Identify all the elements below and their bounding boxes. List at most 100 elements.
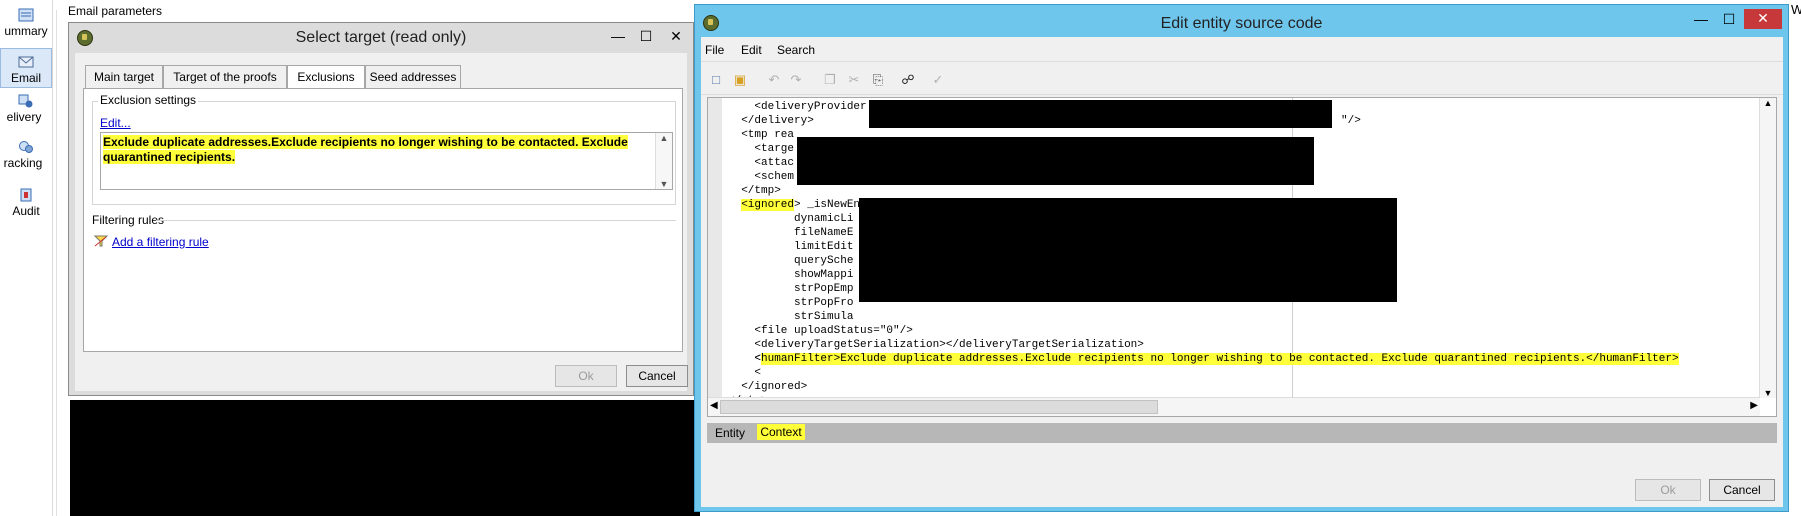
exclusion-text-box: Exclude duplicate addresses.Exclude reci… [100, 132, 673, 190]
code-line: dynamicLi [728, 213, 854, 225]
code-line: <deliveryTargetSerialization></deliveryT… [728, 339, 1144, 351]
copy-icon[interactable]: ❐ [821, 71, 839, 89]
tab-exclusions[interactable]: Exclusions [287, 65, 365, 89]
scrollbar[interactable]: ▲ ▼ [655, 133, 672, 189]
editor-gutter [708, 98, 722, 398]
cancel-button[interactable]: Cancel [1709, 479, 1775, 501]
filter-icon [94, 235, 108, 247]
scroll-down-icon[interactable]: ▼ [1760, 388, 1776, 398]
new-document-icon[interactable]: □ [707, 71, 725, 89]
minimize-button[interactable]: — [1688, 10, 1714, 30]
bottom-tab-bar [707, 423, 1777, 443]
code-line: <schem [728, 171, 795, 183]
scroll-up-icon[interactable]: ▲ [1760, 98, 1776, 108]
left-navigation: ummary Email elivery racking Audit [0, 0, 53, 516]
cancel-button[interactable]: Cancel [626, 365, 688, 387]
check-icon[interactable]: ✓ [929, 71, 947, 89]
paste-icon[interactable]: ⎘ [869, 71, 887, 89]
nav-item-audit[interactable]: Audit [0, 188, 52, 218]
tab-entity[interactable]: Entity [715, 426, 755, 440]
code-line: showMappi [728, 269, 854, 281]
code-line: <deliveryProvider [728, 101, 874, 113]
nav-item-email[interactable]: Email [0, 48, 52, 88]
delivery-icon [18, 94, 33, 108]
tab-seed-addresses[interactable]: Seed addresses [365, 65, 461, 89]
find-icon[interactable]: ☍ [899, 71, 917, 89]
summary-icon [18, 8, 34, 22]
code-line: </delivery> [728, 115, 814, 127]
menu-file[interactable]: File [705, 43, 724, 57]
redacted-block [797, 137, 1314, 185]
human-filter-open-tag: humanFilter> [761, 353, 841, 365]
open-folder-icon[interactable]: ▣ [731, 71, 749, 89]
tracking-icon [19, 141, 33, 153]
ignored-tag-line: <ignored> _isNewEnt [741, 199, 867, 211]
code-line: querySche [728, 255, 854, 267]
human-filter-text: Exclude duplicate addresses.Exclude reci… [840, 353, 1679, 365]
maximize-button[interactable]: ☐ [633, 27, 659, 47]
code-line: strSimula [728, 311, 854, 323]
code-editor[interactable]: <deliveryProvider </delivery> <tmp rea <… [707, 97, 1777, 417]
horizontal-scrollbar[interactable]: ◀ ▶ [708, 397, 1760, 416]
scroll-up-icon[interactable]: ▲ [656, 133, 672, 143]
tab-panel: Exclusion settings Edit... Exclude dupli… [83, 88, 683, 352]
tab-context[interactable]: Context [757, 424, 805, 440]
nav-item-tracking[interactable]: racking [0, 140, 52, 170]
vertical-scrollbar[interactable]: ▲ ▼ [1759, 98, 1776, 398]
code-line: fileNameE [728, 227, 854, 239]
select-target-dialog: Select target (read only) — ☐ ✕ Main tar… [68, 22, 694, 396]
menu-edit[interactable]: Edit [741, 43, 762, 57]
code-line: <file uploadStatus="0"/> [728, 325, 913, 337]
tab-target-of-proofs[interactable]: Target of the proofs [163, 65, 287, 89]
ok-button[interactable]: Ok [1635, 479, 1701, 501]
nav-item-delivery[interactable]: elivery [0, 94, 52, 124]
code-line: </ignored> [728, 381, 808, 393]
code-line: <attac [728, 157, 795, 169]
tab-main-target[interactable]: Main target [85, 65, 163, 89]
scroll-thumb[interactable] [720, 400, 1158, 414]
ok-button[interactable]: Ok [555, 365, 617, 387]
scroll-right-icon[interactable]: ▶ [1750, 400, 1758, 411]
toolbar [701, 61, 1783, 95]
exclusion-text: Exclude duplicate addresses.Exclude reci… [103, 135, 651, 165]
dialog-titlebar[interactable]: Edit entity source code — ☐ ✕ [695, 5, 1788, 39]
close-button[interactable]: ✕ [663, 27, 689, 47]
ignored-tag: <ignored [741, 199, 795, 211]
redo-icon[interactable]: ↷ [787, 71, 805, 89]
redacted-block [859, 198, 1397, 302]
undo-icon[interactable]: ↶ [765, 71, 783, 89]
dialog-body: File Edit Search □ ▣ ↶ ↷ ❐ ✂ ⎘ ☍ ✓ <deli… [701, 37, 1783, 507]
nav-item-label: ummary [4, 24, 48, 38]
redacted-block [869, 100, 1332, 128]
code-line: </tmp> [728, 185, 781, 197]
right-edge-text: W [1791, 2, 1801, 17]
code-line: <targe [728, 143, 795, 155]
cut-icon[interactable]: ✂ [845, 71, 863, 89]
nav-item-summary[interactable]: ummary [0, 8, 52, 38]
section-title: Email parameters [68, 4, 163, 18]
code-line: < [728, 367, 762, 379]
dialog-body: Main target Target of the proofs Exclusi… [75, 53, 688, 391]
maximize-button[interactable]: ☐ [1716, 10, 1742, 30]
human-filter-line: <humanFilter>Exclude duplicate addresses… [728, 353, 1679, 365]
edit-source-dialog: Edit entity source code — ☐ ✕ File Edit … [694, 4, 1789, 512]
code-line: strPopEmp [728, 283, 854, 295]
email-icon [18, 56, 34, 68]
dialog-title: Edit entity source code [1160, 15, 1323, 32]
scroll-left-icon[interactable]: ◀ [710, 400, 718, 411]
close-button[interactable]: ✕ [1744, 9, 1782, 29]
code-line: <tmp rea [728, 129, 795, 141]
nav-item-label: Email [10, 71, 41, 85]
nav-item-label: elivery [6, 110, 42, 124]
preview-area [70, 400, 700, 516]
delivery-provider-suffix: "/> [1341, 115, 1361, 127]
minimize-button[interactable]: — [605, 27, 631, 47]
dialog-titlebar[interactable]: Select target (read only) — ☐ ✕ [69, 23, 693, 53]
code-line: limitEdit [728, 241, 854, 253]
menu-search[interactable]: Search [777, 43, 815, 57]
filtering-rules-divider [156, 220, 676, 221]
scroll-down-icon[interactable]: ▼ [656, 179, 672, 189]
add-filtering-rule-link[interactable]: Add a filtering rule [112, 235, 209, 249]
exclusion-text-value: Exclude duplicate addresses.Exclude reci… [103, 135, 628, 164]
edit-link[interactable]: Edit... [100, 116, 131, 130]
